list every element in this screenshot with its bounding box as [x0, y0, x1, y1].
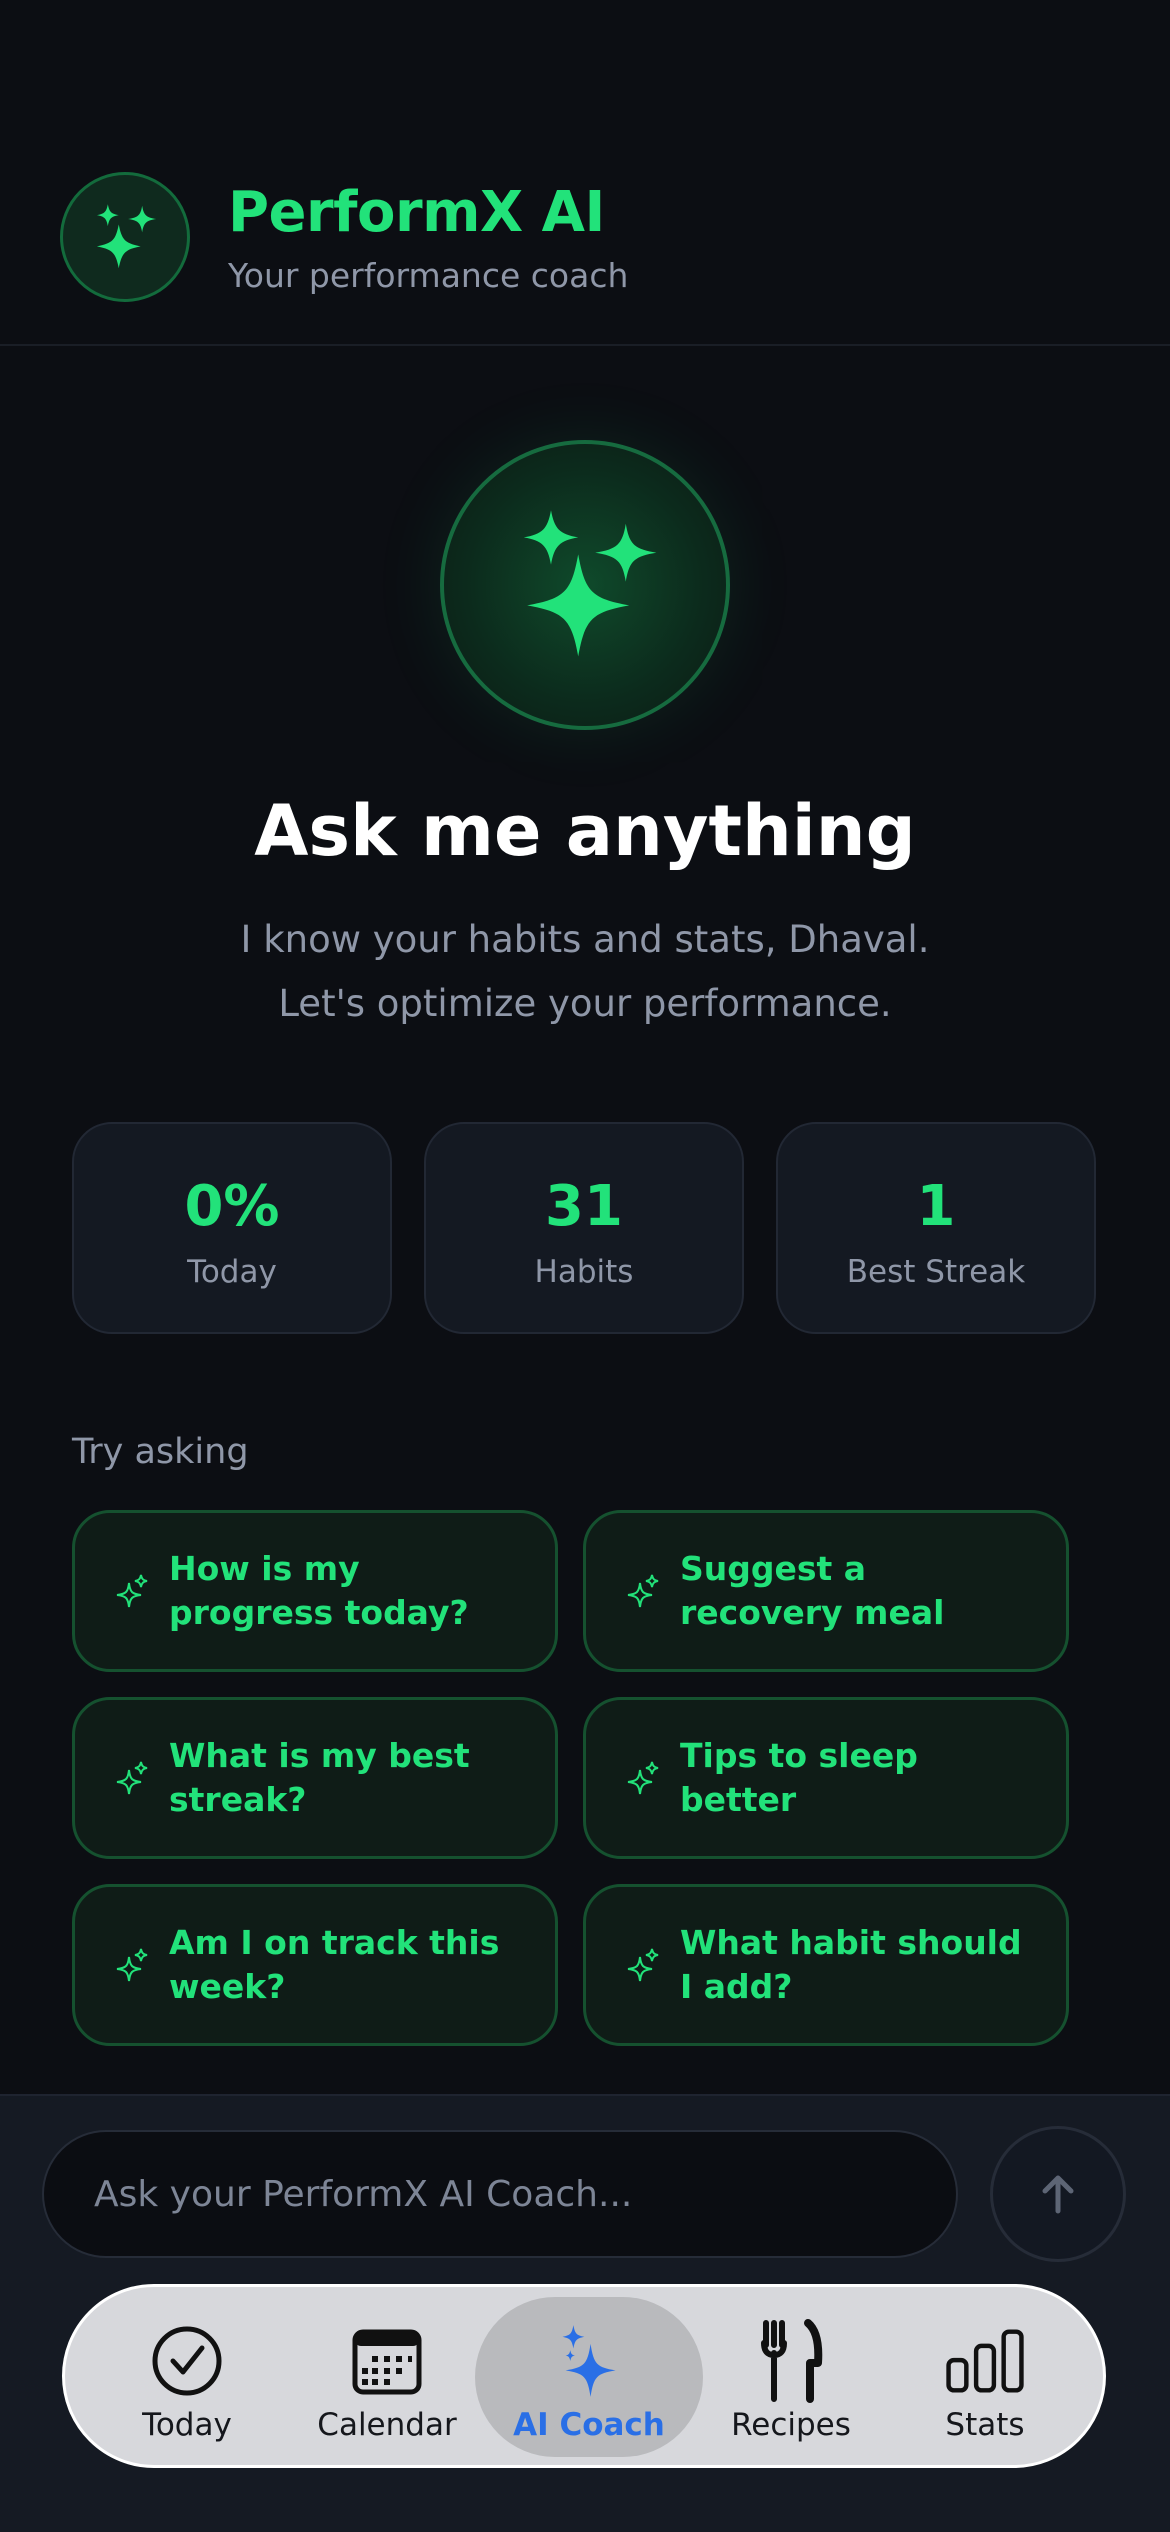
tab-ai-coach[interactable]: AI Coach	[489, 2287, 689, 2465]
suggestion-chip[interactable]: What is my best streak?	[72, 1697, 558, 1859]
hero-line-1: I know your habits and stats, Dhaval.	[240, 918, 930, 961]
suggestion-text: Suggest a recovery meal	[680, 1549, 945, 1632]
suggestion-chip[interactable]: Am I on track this week?	[72, 1884, 558, 2046]
stat-card-best-streak: 1 Best Streak	[776, 1122, 1096, 1334]
stat-card-today: 0% Today	[72, 1122, 392, 1334]
tab-calendar[interactable]: Calendar	[287, 2287, 487, 2465]
stat-label: Habits	[534, 1254, 634, 1290]
send-button[interactable]	[990, 2126, 1126, 2262]
tab-recipes[interactable]: Recipes	[691, 2287, 891, 2465]
stat-value: 0%	[184, 1174, 280, 1239]
hero-orb	[440, 440, 730, 730]
chat-input[interactable]	[42, 2130, 958, 2258]
stat-value: 1	[916, 1174, 956, 1239]
sparkles-icon	[523, 510, 657, 657]
fork-knife-icon	[761, 2319, 823, 2403]
stat-label: Best Streak	[846, 1254, 1026, 1290]
header-divider	[0, 344, 1170, 346]
tab-label: Today	[142, 2407, 232, 2443]
tab-stats[interactable]: Stats	[885, 2287, 1085, 2465]
hero-title: Ask me anything	[254, 790, 916, 872]
stat-label: Today	[187, 1254, 277, 1290]
sparkles-icon	[627, 1761, 659, 1795]
sparkles-icon	[627, 1948, 659, 1982]
suggestion-chip[interactable]: What habit should I add?	[583, 1884, 1069, 2046]
calendar-icon	[352, 2329, 422, 2395]
sparkles-icon	[627, 1574, 659, 1608]
suggestion-chip[interactable]: How is my progress today?	[72, 1510, 558, 1672]
tab-label: AI Coach	[513, 2407, 665, 2443]
tab-label: Stats	[945, 2407, 1025, 2443]
suggestion-text: Tips to sleep better	[680, 1736, 918, 1819]
sparkles-icon	[116, 1761, 148, 1795]
app-subtitle: Your performance coach	[228, 256, 629, 295]
arrow-up-icon	[1042, 2175, 1074, 2214]
sparkles-icon	[116, 1574, 148, 1608]
tab-label: Recipes	[731, 2407, 851, 2443]
suggestion-text: How is my progress today?	[169, 1549, 469, 1632]
composer-divider	[0, 2094, 1170, 2096]
app-logo	[60, 172, 190, 302]
app-title: PerformX AI	[228, 180, 605, 245]
suggestion-text: What habit should I add?	[680, 1923, 1022, 2006]
sparkles-icon	[562, 2325, 616, 2397]
sparkles-icon	[96, 204, 157, 269]
stat-card-habits: 31 Habits	[424, 1122, 744, 1334]
bar-chart-icon	[946, 2329, 1024, 2393]
suggestion-text: What is my best streak?	[169, 1736, 470, 1819]
suggestion-chip[interactable]: Suggest a recovery meal	[583, 1510, 1069, 1672]
suggestion-chip[interactable]: Tips to sleep better	[583, 1697, 1069, 1859]
hero-line-2: Let's optimize your performance.	[278, 982, 892, 1025]
stat-value: 31	[545, 1174, 623, 1239]
check-circle-icon	[152, 2326, 222, 2396]
sparkles-icon	[116, 1948, 148, 1982]
suggestion-text: Am I on track this week?	[169, 1923, 500, 2006]
try-asking-heading: Try asking	[72, 1432, 249, 1472]
tab-bar: Today Calendar AI Coach Recipes Stats	[62, 2284, 1106, 2468]
tab-label: Calendar	[317, 2407, 457, 2443]
tab-today[interactable]: Today	[87, 2287, 287, 2465]
